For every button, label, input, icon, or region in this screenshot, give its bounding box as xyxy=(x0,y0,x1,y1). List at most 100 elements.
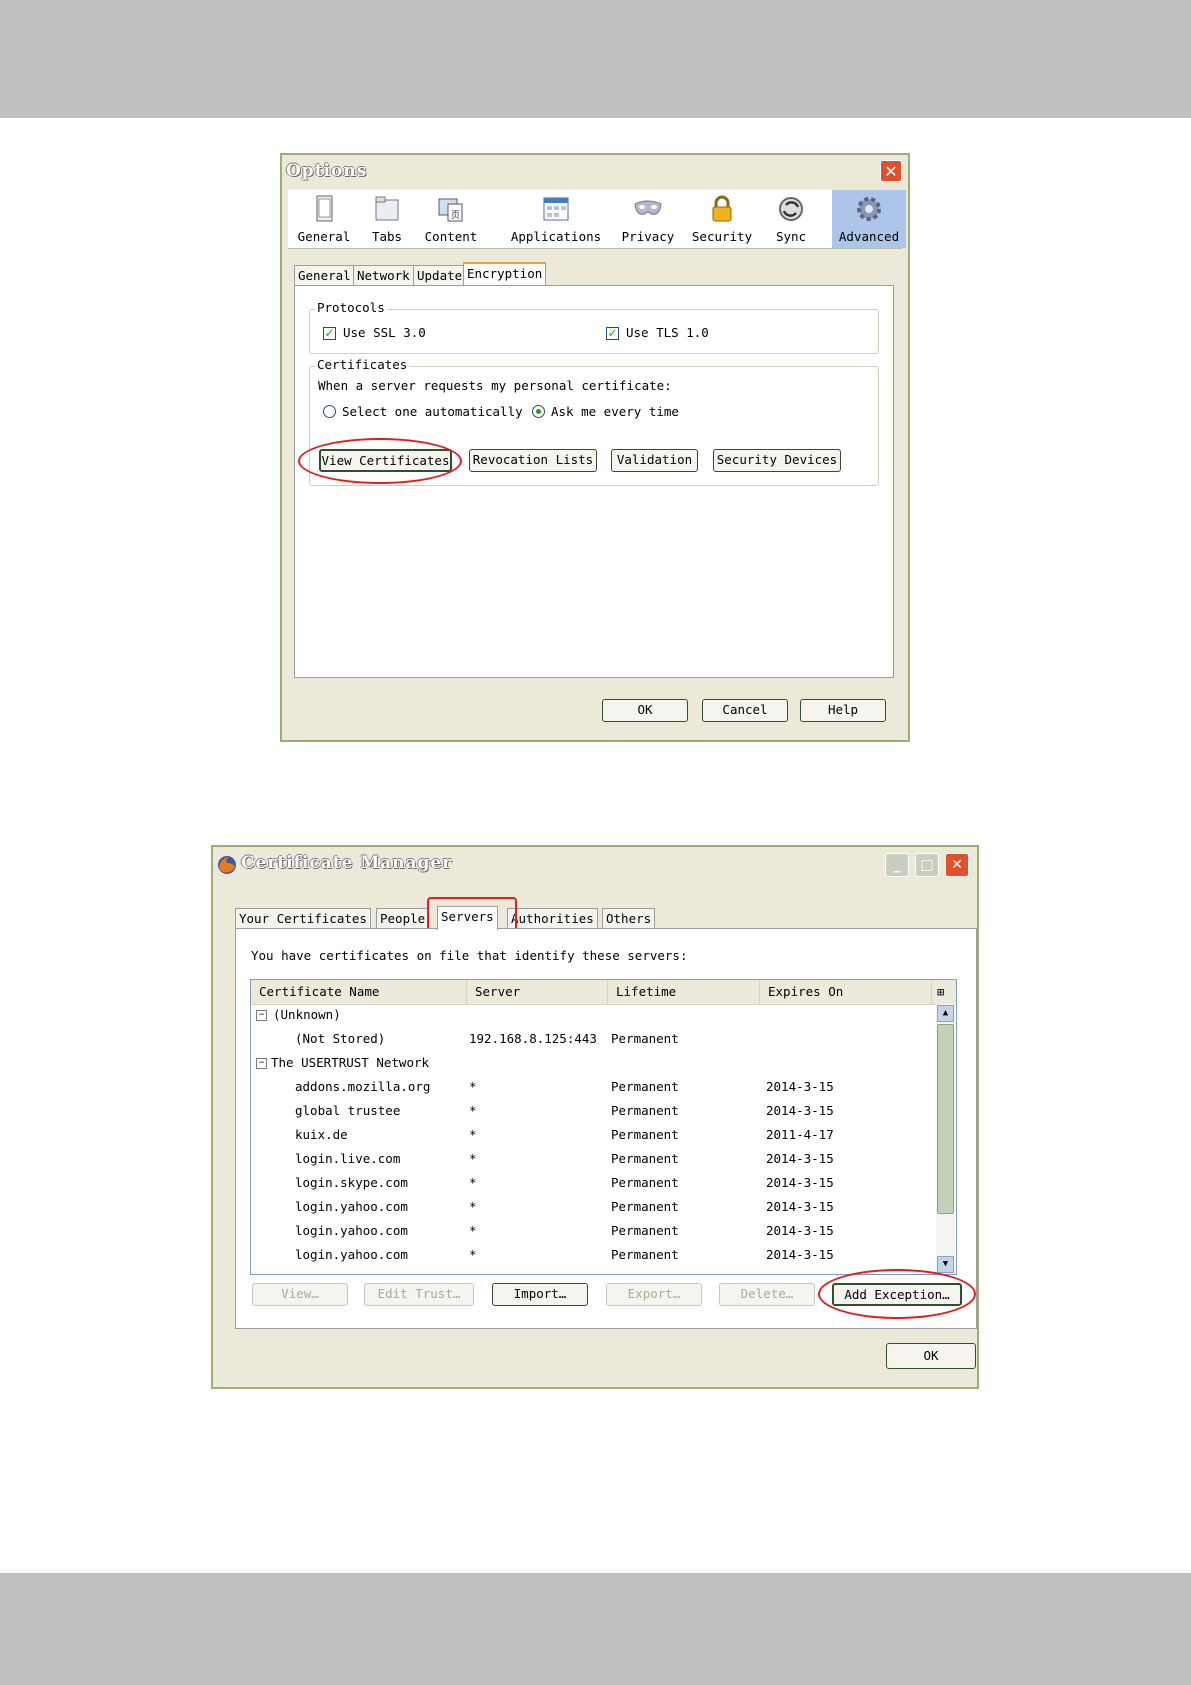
select-auto-radio[interactable] xyxy=(323,405,336,418)
cell-name: login.yahoo.com xyxy=(295,1223,408,1238)
select-auto-label: Select one automatically xyxy=(342,404,523,419)
tree-rows: − (Unknown) − The USERTRUST Network (Not… xyxy=(251,1004,932,1274)
top-gray-band xyxy=(0,0,1191,118)
help-button[interactable]: Help xyxy=(800,699,886,722)
tab-network[interactable]: Network xyxy=(353,265,414,285)
window-title: Options xyxy=(286,161,368,181)
cell-name: login.skype.com xyxy=(295,1175,408,1190)
tab-people[interactable]: People xyxy=(376,908,430,928)
cell-server: * xyxy=(469,1247,477,1262)
cell-server: * xyxy=(469,1151,477,1166)
close-icon[interactable]: ✕ xyxy=(945,853,969,877)
toolbar-advanced[interactable]: Advanced xyxy=(832,190,906,248)
cell-server: * xyxy=(469,1079,477,1094)
cell-lifetime: Permanent xyxy=(611,1199,679,1214)
cell-lifetime: Permanent xyxy=(611,1079,679,1094)
highlight-oval xyxy=(298,438,462,484)
cell-lifetime: Permanent xyxy=(611,1175,679,1190)
ask-every-time-radio[interactable] xyxy=(532,405,545,418)
tab-update[interactable]: Update xyxy=(413,265,467,285)
cell-server: * xyxy=(469,1175,477,1190)
tab-encryption[interactable]: Encryption xyxy=(463,262,547,285)
cancel-button[interactable]: Cancel xyxy=(702,699,788,722)
cell-name: addons.mozilla.org xyxy=(295,1079,431,1094)
tab-your-certificates[interactable]: Your Certificates xyxy=(235,908,371,928)
tab-servers[interactable]: Servers xyxy=(437,906,498,930)
cell-expires: 2014-3-15 xyxy=(766,1223,834,1238)
close-icon[interactable]: ✕ xyxy=(880,160,902,182)
intro-text: You have certificates on file that ident… xyxy=(251,948,688,963)
svg-text:页: 页 xyxy=(451,210,460,221)
cell-expires: 2011-4-17 xyxy=(766,1127,834,1142)
toolbar-general[interactable]: General xyxy=(294,190,354,248)
lock-icon xyxy=(712,195,732,222)
collapse-icon[interactable]: − xyxy=(256,1010,267,1021)
certificate-manager-window: Certificate Manager _ □ ✕ Your Certifica… xyxy=(211,845,979,1389)
cell-lifetime: Permanent xyxy=(611,1031,679,1046)
minimize-icon[interactable]: _ xyxy=(885,853,909,877)
ok-button[interactable]: OK xyxy=(886,1343,976,1369)
scroll-down-icon[interactable]: ▼ xyxy=(937,1256,954,1273)
cert-manager-titlebar: Certificate Manager _ □ ✕ xyxy=(213,847,977,879)
toolbar-tabs[interactable]: Tabs xyxy=(362,190,412,248)
cell-name: login.live.com xyxy=(295,1151,401,1166)
cell-expires: 2014-3-15 xyxy=(766,1103,834,1118)
cell-lifetime: Permanent xyxy=(611,1127,679,1142)
revocation-lists-button[interactable]: Revocation Lists xyxy=(469,449,597,472)
options-toolbar: General Tabs 页 Content Applications Priv… xyxy=(288,190,906,249)
scroll-up-icon[interactable]: ▲ xyxy=(937,1005,954,1022)
cell-name: login.yahoo.com xyxy=(295,1199,408,1214)
export-button[interactable]: Export… xyxy=(606,1283,702,1306)
ask-every-time-label: Ask me every time xyxy=(551,404,679,419)
ssl-checkbox[interactable]: ✓ xyxy=(323,327,336,340)
applications-icon xyxy=(543,197,569,221)
cell-name: login.yahoo.com xyxy=(295,1247,408,1262)
sync-icon xyxy=(779,197,803,221)
toolbar-privacy[interactable]: Privacy xyxy=(618,190,678,248)
cell-lifetime: Permanent xyxy=(611,1247,679,1262)
toolbar-security[interactable]: Security xyxy=(688,190,756,248)
gear-icon xyxy=(857,197,881,221)
collapse-icon[interactable]: − xyxy=(256,1058,267,1069)
col-certificate-name[interactable]: Certificate Name xyxy=(251,980,467,1004)
ok-button[interactable]: OK xyxy=(602,699,688,722)
import-button[interactable]: Import… xyxy=(492,1283,588,1306)
cell-server: 192.168.8.125:443 xyxy=(469,1031,597,1046)
protocols-label: Protocols xyxy=(315,300,387,315)
options-titlebar: Options ✕ xyxy=(282,155,908,187)
validation-button[interactable]: Validation xyxy=(611,449,698,472)
general-icon xyxy=(316,195,333,222)
options-window: Options ✕ General Tabs 页 Content Applica… xyxy=(280,153,910,742)
certificates-label: Certificates xyxy=(315,357,410,372)
maximize-icon[interactable]: □ xyxy=(915,853,939,877)
scroll-thumb[interactable] xyxy=(937,1024,954,1214)
tab-others[interactable]: Others xyxy=(602,908,656,928)
ssl-label: Use SSL 3.0 xyxy=(343,325,426,340)
toolbar-content[interactable]: 页 Content xyxy=(418,190,484,248)
cell-expires: 2014-3-15 xyxy=(766,1151,834,1166)
tab-general[interactable]: General xyxy=(294,265,355,285)
cell-server: * xyxy=(469,1223,477,1238)
delete-button[interactable]: Delete… xyxy=(719,1283,815,1306)
encryption-panel: Protocols ✓ Use SSL 3.0 ✓ Use TLS 1.0 Ce… xyxy=(294,285,894,678)
toolbar-sync[interactable]: Sync xyxy=(766,190,816,248)
cell-name: global trustee xyxy=(295,1103,401,1118)
view-button[interactable]: View… xyxy=(252,1283,348,1306)
cell-expires: 2014-3-15 xyxy=(766,1175,834,1190)
tab-authorities[interactable]: Authorities xyxy=(507,908,598,928)
toolbar-applications[interactable]: Applications xyxy=(508,190,604,248)
edit-trust-button[interactable]: Edit Trust… xyxy=(364,1283,474,1306)
col-expires-on[interactable]: Expires On xyxy=(760,980,932,1004)
col-server[interactable]: Server xyxy=(467,980,608,1004)
bottom-gray-band xyxy=(0,1573,1191,1685)
column-picker-icon[interactable]: ⊞ xyxy=(937,985,944,999)
cell-server: * xyxy=(469,1127,477,1142)
tabs-icon xyxy=(375,196,399,221)
cell-lifetime: Permanent xyxy=(611,1151,679,1166)
vertical-scrollbar[interactable]: ▲ ▼ xyxy=(936,1004,955,1274)
tree-header: Certificate Name Server Lifetime Expires… xyxy=(251,980,956,1005)
security-devices-button[interactable]: Security Devices xyxy=(713,449,841,472)
col-lifetime[interactable]: Lifetime xyxy=(608,980,760,1004)
cert-prompt: When a server requests my personal certi… xyxy=(318,378,672,393)
tls-checkbox[interactable]: ✓ xyxy=(606,327,619,340)
